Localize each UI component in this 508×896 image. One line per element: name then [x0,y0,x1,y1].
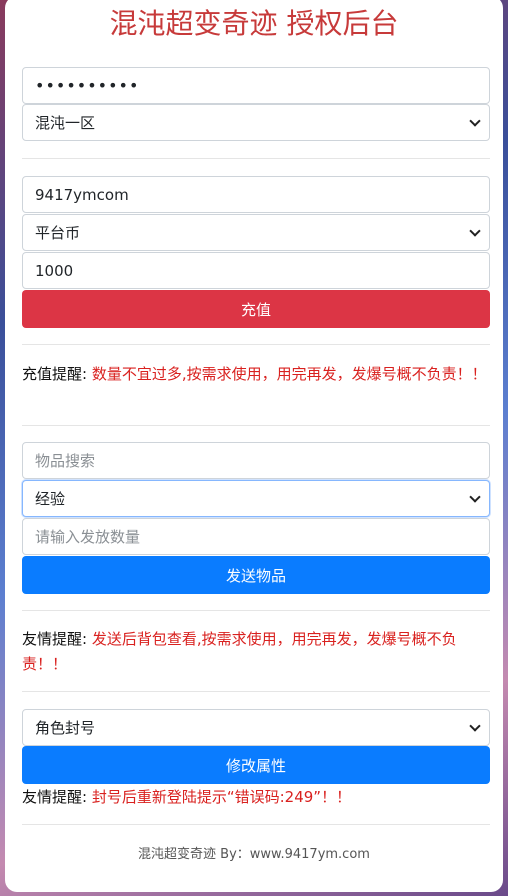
attribute-tip-label: 友情提醒: [22,788,88,806]
recharge-tip-text: 数量不宜过多,按需求使用，用完再发，发爆号概不负责！！ [91,365,487,383]
chevron-down-icon [469,719,481,732]
recharge-tip: 充值提醒: 数量不宜过多,按需求使用，用完再发，发爆号概不负责！！ [22,362,492,387]
item-search-input[interactable]: 物品搜索 [22,442,490,479]
modify-attribute-button-label: 修改属性 [225,756,286,775]
currency-selected-value: 平台币 [35,224,81,242]
server-select[interactable]: 混沌一区 [22,104,490,141]
section-divider [22,158,490,159]
section-divider [22,824,490,825]
item-search-placeholder: 物品搜索 [35,452,96,470]
recharge-button[interactable]: 充值 [22,290,490,328]
attribute-action-select[interactable]: 角色封号 [22,709,490,746]
item-quantity-input[interactable]: 请输入发放数量 [22,518,490,555]
section-divider [22,610,490,611]
attribute-tip-text: 封号后重新登陆提示“错误码:249”！！ [91,788,352,806]
page-title: 混沌超变奇迹 授权后台 [109,7,399,40]
attribute-action-selected-value: 角色封号 [35,719,96,737]
item-tip-label: 友情提醒: [22,630,88,648]
footer-credit: 混沌超变奇迹 By：www.9417ym.com [138,847,370,862]
section-divider [22,344,490,345]
attribute-tip: 友情提醒: 封号后重新登陆提示“错误码:249”！！ [22,785,492,810]
item-tip: 友情提醒: 发送后背包查看,按需求使用，用完再发，发爆号概不负责！！ [22,627,492,677]
send-item-button-label: 发送物品 [225,566,286,585]
chevron-down-icon [469,490,481,503]
modify-attribute-button[interactable]: 修改属性 [22,746,490,784]
section-divider [22,425,490,426]
item-quantity-placeholder: 请输入发放数量 [35,528,141,546]
send-item-button[interactable]: 发送物品 [22,556,490,594]
item-tip-text: 发送后背包查看,按需求使用，用完再发，发爆号概不负责！！ [22,630,457,673]
chevron-down-icon [469,224,481,237]
recharge-amount-input[interactable]: 1000 [22,252,490,289]
password-value: •••••••••• [35,76,140,95]
recharge-button-label: 充值 [240,300,271,319]
chevron-down-icon [469,114,481,127]
admin-panel-card: 混沌超变奇迹 授权后台 •••••••••• 混沌一区 9417ymcom 平台… [5,0,503,892]
account-input[interactable]: 9417ymcom [22,176,490,213]
password-field[interactable]: •••••••••• [22,67,490,104]
recharge-amount-value: 1000 [35,261,74,280]
section-divider [22,691,490,692]
server-selected-value: 混沌一区 [35,114,96,132]
recharge-tip-label: 充值提醒: [22,365,88,383]
account-value: 9417ymcom [35,185,129,204]
currency-select[interactable]: 平台币 [22,214,490,251]
item-category-selected-value: 经验 [35,490,66,508]
item-category-select[interactable]: 经验 [22,480,490,517]
